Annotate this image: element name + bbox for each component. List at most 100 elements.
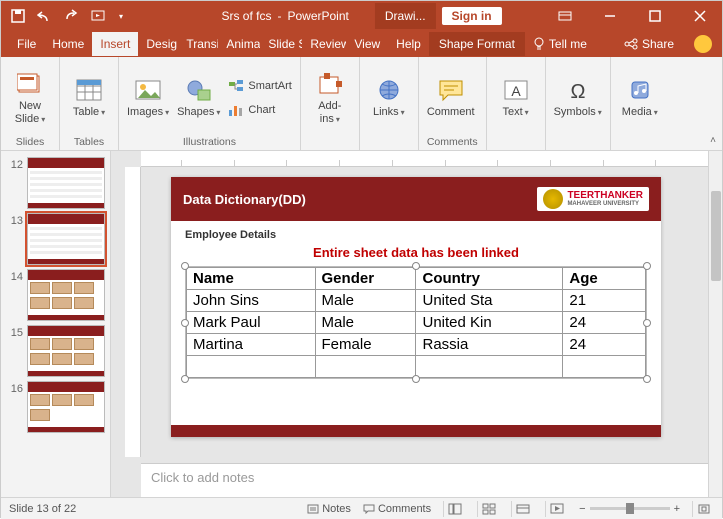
zoom-slider[interactable] — [590, 507, 670, 510]
reading-view-icon[interactable] — [511, 501, 533, 517]
text-button[interactable]: A Text — [495, 76, 537, 118]
table-header-row: Name Gender Country Age — [187, 268, 646, 290]
scrollbar-thumb[interactable] — [711, 191, 721, 281]
tab-review[interactable]: Review — [302, 32, 346, 56]
slide-counter[interactable]: Slide 13 of 22 — [9, 503, 76, 515]
tab-design[interactable]: Desig — [138, 32, 178, 56]
tab-help[interactable]: Help — [388, 32, 429, 56]
chart-button[interactable]: Chart — [228, 100, 291, 120]
shapes-icon — [185, 76, 213, 104]
tab-view[interactable]: View — [346, 32, 388, 56]
notes-placeholder: Click to add notes — [151, 470, 254, 485]
table-row: Mark PaulMaleUnited Kin24 — [187, 312, 646, 334]
notes-toggle[interactable]: Notes — [307, 503, 351, 515]
table-row: MartinaFemaleRassia24 — [187, 334, 646, 356]
notes-pane[interactable]: Click to add notes — [141, 463, 708, 497]
tab-home[interactable]: Home — [44, 32, 92, 56]
resize-handle[interactable] — [643, 375, 651, 383]
normal-view-icon[interactable] — [443, 501, 465, 517]
slide-title: Data Dictionary(DD) — [183, 192, 306, 207]
slide-thumb-13[interactable] — [27, 213, 105, 265]
slide-editor[interactable]: Data Dictionary(DD) TEERTHANKERMAHAVEER … — [111, 151, 722, 497]
resize-handle[interactable] — [181, 319, 189, 327]
zoom-out-button[interactable]: − — [579, 503, 585, 515]
comments-icon — [363, 504, 375, 514]
document-title: Srs of fcs — [221, 9, 271, 23]
resize-handle[interactable] — [412, 375, 420, 383]
title-bar: ▾ Srs of fcs - PowerPoint Drawi... Sign … — [1, 1, 722, 31]
resize-handle[interactable] — [643, 319, 651, 327]
slide-thumb-14[interactable] — [27, 269, 105, 321]
tab-transitions[interactable]: Transi — [178, 32, 218, 56]
slideshow-view-icon[interactable] — [545, 501, 567, 517]
coming-soon-icon[interactable] — [694, 35, 712, 53]
qat-more-icon[interactable]: ▾ — [119, 12, 123, 21]
chart-icon — [228, 102, 244, 118]
minimize-button[interactable] — [587, 1, 632, 31]
shapes-button[interactable]: Shapes — [177, 76, 220, 118]
save-icon[interactable] — [11, 9, 25, 23]
linked-object-frame[interactable]: Name Gender Country Age John SinsMaleUni… — [185, 266, 647, 379]
table-row: John SinsMaleUnited Sta21 — [187, 290, 646, 312]
horizontal-ruler — [141, 151, 708, 167]
images-button[interactable]: Images — [127, 76, 169, 118]
fit-to-window-icon[interactable] — [692, 501, 714, 517]
zoom-control[interactable]: − + — [579, 503, 680, 515]
table-button[interactable]: Table — [68, 76, 110, 118]
close-button[interactable] — [677, 1, 722, 31]
tab-file[interactable]: File — [9, 32, 44, 56]
comment-button[interactable]: Comment — [427, 76, 475, 118]
symbols-icon: Ω — [564, 76, 592, 104]
slide-thumbnail-panel[interactable]: 12 13 14 15 16 — [1, 151, 111, 497]
slide-thumb-15[interactable] — [27, 325, 105, 377]
app-name: PowerPoint — [287, 9, 348, 23]
comments-toggle[interactable]: Comments — [363, 503, 431, 515]
tmu-emblem-icon — [543, 189, 563, 209]
tab-slideshow[interactable]: Slide S — [260, 32, 302, 56]
tab-insert[interactable]: Insert — [92, 32, 138, 56]
university-logo: TEERTHANKERMAHAVEER UNIVERSITY — [537, 187, 649, 211]
slide-subtitle: Employee Details — [185, 229, 647, 241]
tab-animations[interactable]: Anima — [218, 32, 260, 56]
resize-handle[interactable] — [181, 375, 189, 383]
zoom-in-button[interactable]: + — [674, 503, 680, 515]
ribbon-options-icon[interactable] — [542, 1, 587, 31]
resize-handle[interactable] — [181, 262, 189, 270]
resize-handle[interactable] — [412, 262, 420, 270]
resize-handle[interactable] — [643, 262, 651, 270]
new-slide-icon — [16, 70, 44, 98]
contextual-tab-label: Drawi... — [375, 3, 436, 29]
ribbon: New Slide Slides Table Tables Images Sha… — [1, 57, 722, 151]
text-icon: A — [502, 76, 530, 104]
slide-sorter-view-icon[interactable] — [477, 501, 499, 517]
redo-icon[interactable] — [65, 9, 79, 23]
share-button[interactable]: Share — [614, 37, 684, 51]
links-icon — [375, 76, 403, 104]
addins-icon — [316, 70, 344, 98]
annotation-text: Entire sheet data has been linked — [185, 245, 647, 260]
notes-icon — [307, 504, 319, 514]
sign-in-button[interactable]: Sign in — [442, 7, 502, 25]
symbols-button[interactable]: Ω Symbols — [554, 76, 602, 118]
vertical-scrollbar[interactable] — [708, 151, 722, 497]
share-icon — [624, 38, 638, 50]
undo-icon[interactable] — [37, 9, 53, 23]
addins-button[interactable]: Add- ins — [309, 70, 351, 124]
media-button[interactable]: Media — [619, 76, 661, 118]
group-tables-label: Tables — [68, 134, 110, 148]
maximize-button[interactable] — [632, 1, 677, 31]
new-slide-button[interactable]: New Slide — [9, 70, 51, 124]
start-from-beginning-icon[interactable] — [91, 9, 107, 23]
media-icon — [626, 76, 654, 104]
tab-shape-format[interactable]: Shape Format — [429, 32, 525, 56]
tell-me[interactable]: Tell me — [525, 37, 595, 51]
slide-thumb-12[interactable] — [27, 157, 105, 209]
ribbon-tabs: File Home Insert Desig Transi Anima Slid… — [1, 31, 722, 57]
slide-thumb-16[interactable] — [27, 381, 105, 433]
slide-canvas[interactable]: Data Dictionary(DD) TEERTHANKERMAHAVEER … — [171, 177, 661, 437]
smartart-button[interactable]: SmartArt — [228, 76, 291, 96]
links-button[interactable]: Links — [368, 76, 410, 118]
work-area: 12 13 14 15 16 Data Dictionary(DD) TEERT… — [1, 151, 722, 497]
smartart-icon — [228, 78, 244, 94]
collapse-ribbon-icon[interactable]: ˄ — [710, 135, 716, 146]
